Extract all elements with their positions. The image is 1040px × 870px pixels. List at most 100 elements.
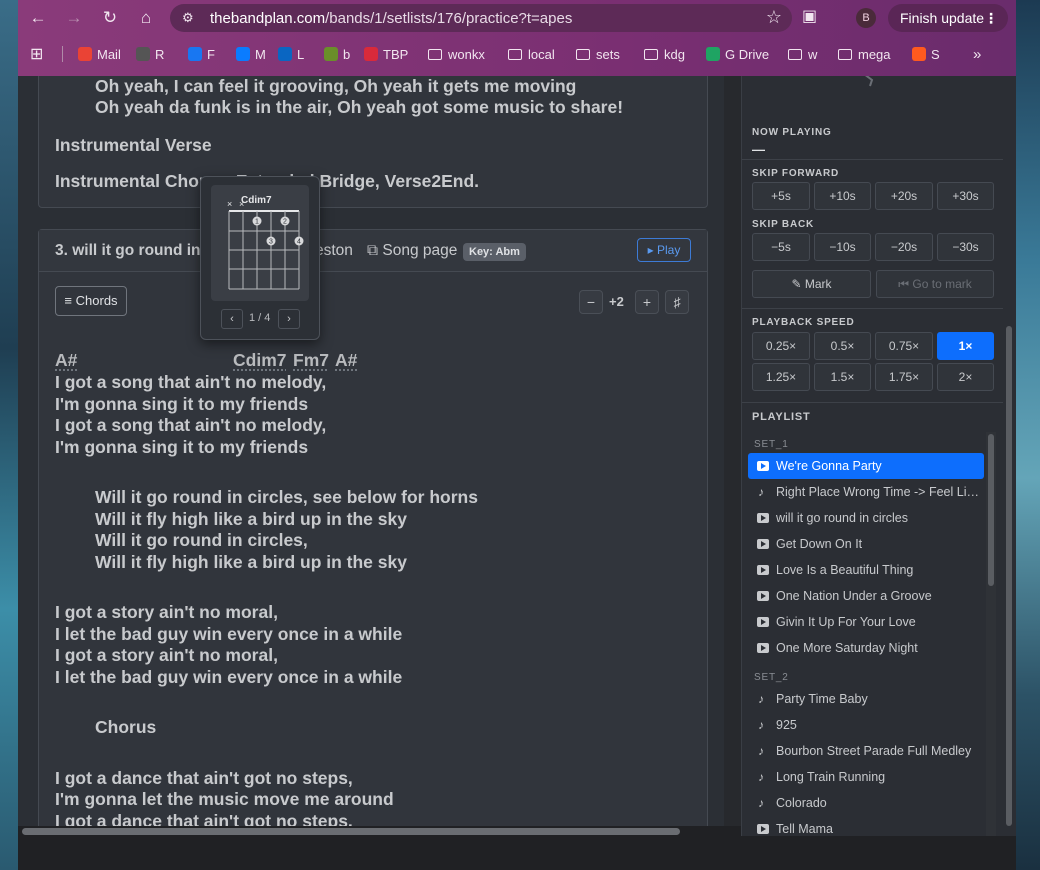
bookmark-label: F: [207, 46, 215, 62]
apps-grid-icon[interactable]: ⊞: [30, 44, 43, 64]
bookmark-label: kdg: [664, 46, 685, 62]
mute-marker: ×: [239, 199, 244, 209]
bookmark-label: R: [155, 46, 165, 62]
chord-cdim7[interactable]: Cdim7: [233, 350, 286, 371]
bookmark-item[interactable]: b: [324, 44, 350, 64]
horizontal-scrollbar-thumb[interactable]: [22, 828, 680, 835]
chord-prev-button[interactable]: ‹: [221, 309, 243, 329]
video-icon: [757, 617, 769, 627]
setlist-content: Oh yeah, I can feel it grooving, Oh yeah…: [18, 76, 738, 826]
reload-icon[interactable]: ↻: [98, 7, 122, 29]
bookmark-item[interactable]: TBP: [364, 44, 408, 64]
speed-button[interactable]: 0.75×: [875, 332, 933, 360]
chords-toggle-button[interactable]: ≡ Chords: [55, 286, 127, 316]
bookmark-item[interactable]: R: [136, 44, 164, 64]
browser-window: ← → ↻ ⌂ ⚙ thebandplan.com/bands/1/setlis…: [18, 0, 1016, 870]
bookmark-item[interactable]: G Drive: [706, 44, 769, 64]
playlist-item[interactable]: ♪ 925: [748, 712, 984, 738]
transpose-down-button[interactable]: −: [579, 290, 603, 314]
playlist-item-title: Party Time Baby: [776, 692, 868, 706]
search-tabs-icon[interactable]: ▣: [802, 6, 817, 26]
playlist-item-title: Tell Mama: [776, 822, 833, 836]
skip-back-5-button[interactable]: −5s: [752, 233, 810, 261]
content-gutter: [724, 76, 741, 826]
bookmark-item[interactable]: wonkx: [428, 44, 485, 64]
chord-a-sharp[interactable]: A#: [55, 350, 77, 371]
home-icon[interactable]: ⌂: [134, 7, 158, 29]
skip-back-10-button[interactable]: −10s: [814, 233, 871, 261]
back-icon[interactable]: ←: [26, 7, 50, 29]
play-button[interactable]: ▸ Play: [637, 238, 691, 262]
playlist-scrollbar[interactable]: [986, 432, 996, 836]
skip-forward-30-button[interactable]: +30s: [937, 182, 994, 210]
playlist-item[interactable]: ♪ Party Time Baby: [748, 686, 984, 712]
playlist-item[interactable]: ♪ Right Place Wrong Time -> Feel Like Fun…: [748, 479, 984, 505]
speed-button[interactable]: 1×: [937, 332, 994, 360]
site-settings-icon[interactable]: ⚙: [182, 10, 194, 26]
song-card: 3. will it go round in circles eston ⧉ S…: [38, 229, 708, 826]
chord-a-sharp-2[interactable]: A#: [335, 350, 357, 371]
bookmark-item[interactable]: local: [508, 44, 555, 64]
playlist-item[interactable]: One More Saturday Night: [748, 635, 984, 661]
mark-button[interactable]: ✎ Mark: [752, 270, 871, 298]
playlist-item[interactable]: Givin It Up For Your Love: [748, 609, 984, 635]
skip-back-20-button[interactable]: −20s: [875, 233, 933, 261]
skip-back-label: SKIP BACK: [752, 219, 815, 230]
speed-button[interactable]: 0.5×: [814, 332, 871, 360]
playlist-item[interactable]: Tell Mama: [748, 816, 984, 836]
playlist-item[interactable]: will it go round in circles: [748, 505, 984, 531]
playlist-item[interactable]: ♪ Bourbon Street Parade Full Medley: [748, 738, 984, 764]
bookmark-item[interactable]: M: [236, 44, 266, 64]
music-note-icon: ♪: [758, 744, 764, 758]
speed-button[interactable]: 1.5×: [814, 363, 871, 391]
playlist-item[interactable]: Get Down On It: [748, 531, 984, 557]
chord-fm7[interactable]: Fm7: [293, 350, 329, 371]
more-bookmarks-icon[interactable]: »: [973, 44, 981, 64]
divider: [742, 159, 1003, 160]
playlist-item-title: 925: [776, 718, 797, 732]
playlist-item[interactable]: We're Gonna Party: [748, 453, 984, 479]
bookmark-item[interactable]: F: [188, 44, 215, 64]
playlist-item[interactable]: ♪ Colorado: [748, 790, 984, 816]
profile-avatar[interactable]: B: [856, 8, 876, 28]
chord-next-button[interactable]: ›: [278, 309, 300, 329]
speed-button[interactable]: 1.75×: [875, 363, 933, 391]
finish-update-button[interactable]: Finish update ⋮: [888, 4, 1008, 32]
bookmark-item[interactable]: w: [788, 44, 817, 64]
playlist-item[interactable]: Love Is a Beautiful Thing: [748, 557, 984, 583]
panel-scrollbar-thumb[interactable]: [1006, 326, 1012, 826]
horizontal-scrollbar[interactable]: [18, 826, 742, 836]
chord-pager: ‹ 1 / 4 ›: [201, 307, 321, 331]
bookmark-item[interactable]: S: [912, 44, 940, 64]
playlist-scrollbar-thumb[interactable]: [988, 434, 994, 586]
address-bar[interactable]: ⚙ thebandplan.com/bands/1/setlists/176/p…: [170, 4, 792, 32]
set-1-label: SET_1: [754, 439, 789, 450]
folder-icon: [788, 48, 802, 60]
sharp-toggle-button[interactable]: ♯: [665, 290, 689, 314]
skip-back-30-button[interactable]: −30s: [937, 233, 994, 261]
transpose-up-button[interactable]: +: [635, 290, 659, 314]
skip-forward-10-button[interactable]: +10s: [814, 182, 871, 210]
speed-button[interactable]: 1.25×: [752, 363, 810, 391]
playlist-item[interactable]: One Nation Under a Groove: [748, 583, 984, 609]
lyric-line: Will it go round in circles,: [95, 530, 308, 550]
bookmark-item[interactable]: sets: [576, 44, 620, 64]
bookmark-item[interactable]: mega: [838, 44, 891, 64]
playlist-item[interactable]: ♪ Long Train Running: [748, 764, 984, 790]
bookmark-item[interactable]: Mail: [78, 44, 121, 64]
song-header: 3. will it go round in circles eston ⧉ S…: [39, 230, 707, 272]
speed-button[interactable]: 0.25×: [752, 332, 810, 360]
bookmark-item[interactable]: kdg: [644, 44, 685, 64]
skip-forward-20-button[interactable]: +20s: [875, 182, 933, 210]
skip-forward-5-button[interactable]: +5s: [752, 182, 810, 210]
music-note-icon: ♪: [758, 692, 764, 706]
playlist-item-title: Colorado: [776, 796, 827, 810]
panel-scrollbar[interactable]: [1003, 76, 1016, 836]
rewind-icon: ⏮: [898, 277, 910, 291]
speed-button[interactable]: 2×: [937, 363, 994, 391]
forward-icon[interactable]: →: [62, 7, 86, 29]
bookmark-star-icon[interactable]: ☆: [766, 7, 782, 28]
bookmark-item[interactable]: L: [278, 44, 304, 64]
go-to-mark-button[interactable]: ⏮ Go to mark: [876, 270, 994, 298]
song-page-link[interactable]: ⧉ Song page: [367, 242, 457, 260]
